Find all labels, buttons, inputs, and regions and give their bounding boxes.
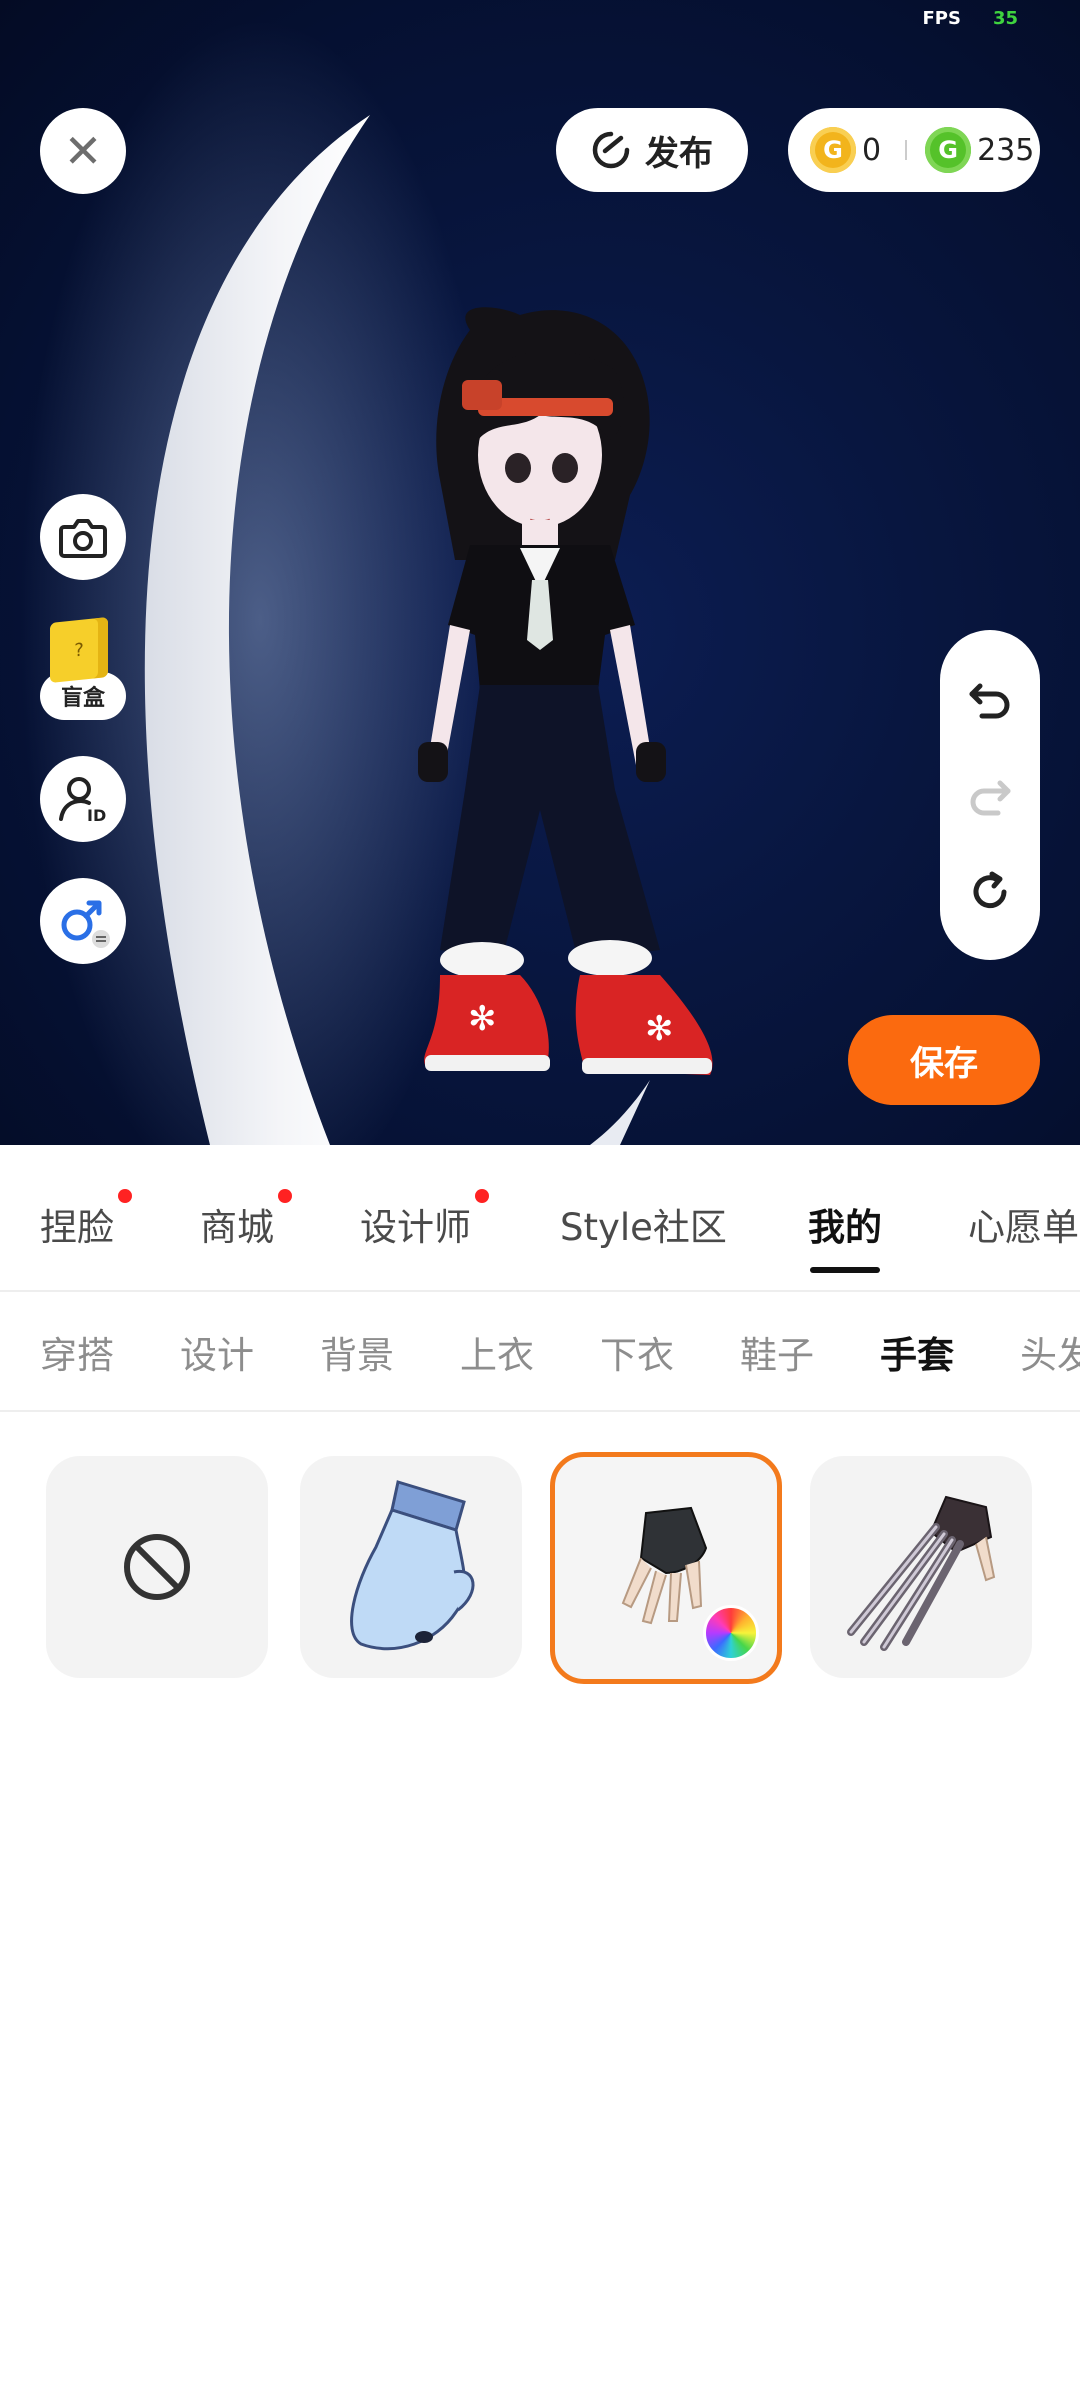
notification-dot [475, 1189, 489, 1203]
save-button[interactable]: 保存 [848, 1015, 1040, 1105]
blue-mitten-icon [350, 1480, 475, 1651]
close-icon: ✕ [63, 124, 103, 178]
fps-counter: FPS 35 [922, 8, 1018, 29]
tab-mine[interactable]: 我的 [808, 1197, 882, 1273]
item-black-fingerless-glove[interactable] [550, 1452, 782, 1684]
item-claw-glove[interactable] [810, 1456, 1032, 1678]
blindbox-icon: ? [50, 616, 108, 684]
camera-icon [59, 519, 107, 558]
avatar-scene[interactable]: ✻ ✻ FPS 35 ✕ 发布 G 0 G 235 盲盒 ? ID 保存 [0, 0, 1080, 1145]
tab-designer-label: 设计师 [360, 1206, 471, 1249]
currency-divider [905, 140, 908, 160]
tab-shop-label: 商城 [200, 1206, 274, 1249]
main-category-tabs: 捏脸 商城 设计师 Style社区 我的 心愿单 [0, 1145, 1080, 1290]
tab-style-community-label: Style社区 [560, 1206, 727, 1249]
close-button[interactable]: ✕ [40, 108, 126, 194]
subtab-background[interactable]: 背景 [320, 1325, 394, 1379]
tab-face[interactable]: 捏脸 [40, 1189, 132, 1251]
svg-text:✻: ✻ [645, 1009, 674, 1049]
svg-text:✻: ✻ [468, 999, 497, 1039]
camera-button[interactable] [40, 494, 126, 580]
tab-wishlist[interactable]: 心愿单 [968, 1197, 1079, 1251]
history-controls [940, 630, 1040, 960]
fps-value: 35 [992, 8, 1018, 29]
svg-text:ID: ID [87, 806, 106, 825]
subtabs-divider [0, 1410, 1080, 1412]
green-coin-count: 235 [977, 132, 1035, 168]
item-blue-mitten[interactable] [300, 1456, 522, 1678]
black-fingerless-glove-icon [621, 1506, 708, 1625]
undo-icon[interactable] [966, 674, 1014, 722]
gender-switch-button[interactable] [40, 878, 126, 964]
item-none[interactable] [46, 1456, 268, 1678]
subtab-top[interactable]: 上衣 [460, 1325, 534, 1379]
gold-coin-count: 0 [862, 132, 882, 168]
avatar-id-button[interactable]: ID [40, 756, 126, 842]
publish-icon [592, 131, 630, 169]
sub-category-tabs: 穿搭 设计 背景 上衣 下衣 鞋子 手套 头发 [0, 1292, 1080, 1410]
subtab-design[interactable]: 设计 [180, 1325, 254, 1379]
tab-face-label: 捏脸 [40, 1206, 114, 1249]
tab-wishlist-label: 心愿单 [968, 1206, 1079, 1249]
tab-mine-label: 我的 [808, 1206, 882, 1249]
glove-item-grid [0, 1450, 1080, 1690]
notification-dot [278, 1189, 292, 1203]
subtab-hair[interactable]: 头发 [1020, 1325, 1080, 1379]
tab-shop[interactable]: 商城 [200, 1189, 292, 1251]
green-coin-icon: G [925, 127, 972, 173]
gold-coin-icon: G [810, 127, 856, 173]
fps-label: FPS [922, 8, 961, 29]
none-icon [124, 1534, 190, 1600]
user-id-icon: ID [59, 777, 106, 825]
notification-dot [118, 1189, 132, 1203]
publish-label: 发布 [645, 133, 713, 174]
color-picker-icon[interactable] [703, 1605, 759, 1661]
reset-icon[interactable] [966, 868, 1014, 916]
subtab-shoes[interactable]: 鞋子 [740, 1325, 814, 1379]
tab-style-community[interactable]: Style社区 [560, 1197, 727, 1251]
claw-glove-icon [847, 1495, 996, 1651]
male-gender-icon [61, 900, 110, 948]
publish-button[interactable]: 发布 [556, 108, 748, 192]
subtab-bottom[interactable]: 下衣 [600, 1325, 674, 1379]
subtab-outfit[interactable]: 穿搭 [40, 1325, 114, 1379]
subtab-gloves[interactable]: 手套 [880, 1325, 954, 1379]
tab-designer[interactable]: 设计师 [360, 1189, 489, 1251]
blindbox-button[interactable]: 盲盒 ? [40, 616, 126, 720]
redo-icon[interactable] [966, 771, 1014, 819]
currency-balance[interactable]: G 0 G 235 [788, 108, 1040, 192]
